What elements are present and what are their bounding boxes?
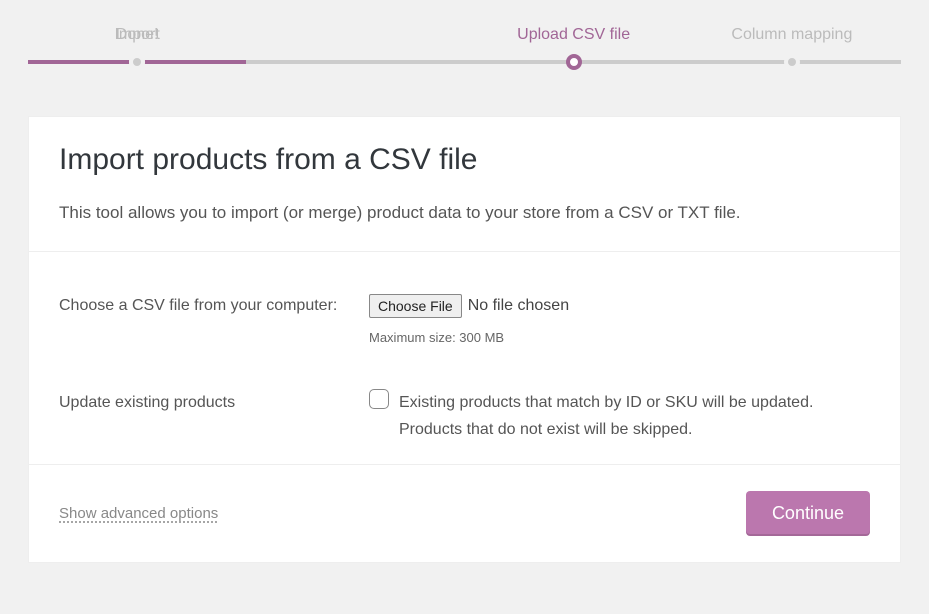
file-picker: Choose File No file chosen: [369, 292, 569, 319]
import-wizard: Upload CSV file Column mapping Import Do…: [0, 0, 929, 563]
update-row-control: Existing products that match by ID or SK…: [369, 389, 870, 443]
continue-button[interactable]: Continue: [746, 491, 870, 536]
step-done: Done!: [28, 20, 246, 54]
card-body: Choose a CSV file from your computer: Ch…: [29, 252, 900, 465]
update-row: Update existing products Existing produc…: [59, 361, 870, 455]
step-label: Done!: [28, 20, 246, 54]
card-footer: Show advanced options Continue: [29, 465, 900, 562]
step-dot-icon: [784, 54, 800, 70]
update-checkbox-row: Existing products that match by ID or SK…: [369, 389, 870, 443]
file-row-control: Choose File No file chosen Maximum size:…: [369, 292, 870, 349]
update-existing-checkbox[interactable]: [369, 389, 389, 409]
choose-file-button[interactable]: Choose File: [369, 294, 462, 318]
step-dot-icon: [129, 54, 145, 70]
page-subtitle: This tool allows you to import (or merge…: [59, 203, 870, 223]
file-status-text: No file chosen: [468, 292, 569, 319]
step-label: Column mapping: [683, 20, 901, 54]
update-row-label: Update existing products: [59, 389, 369, 416]
card-header: Import products from a CSV file This too…: [29, 117, 900, 252]
step-mapping: Column mapping: [683, 20, 901, 54]
step-label: Upload CSV file: [465, 20, 683, 54]
update-existing-description: Existing products that match by ID or SK…: [399, 389, 870, 443]
step-upload: Upload CSV file: [465, 20, 683, 54]
step-dot-icon: [566, 54, 582, 70]
import-card: Import products from a CSV file This too…: [28, 116, 901, 563]
file-row: Choose a CSV file from your computer: Ch…: [59, 264, 870, 361]
page-title: Import products from a CSV file: [59, 143, 870, 177]
show-advanced-options-link[interactable]: Show advanced options: [59, 505, 218, 522]
file-row-label: Choose a CSV file from your computer:: [59, 292, 369, 319]
stepper: Upload CSV file Column mapping Import Do…: [28, 20, 901, 80]
file-size-hint: Maximum size: 300 MB: [369, 327, 870, 349]
